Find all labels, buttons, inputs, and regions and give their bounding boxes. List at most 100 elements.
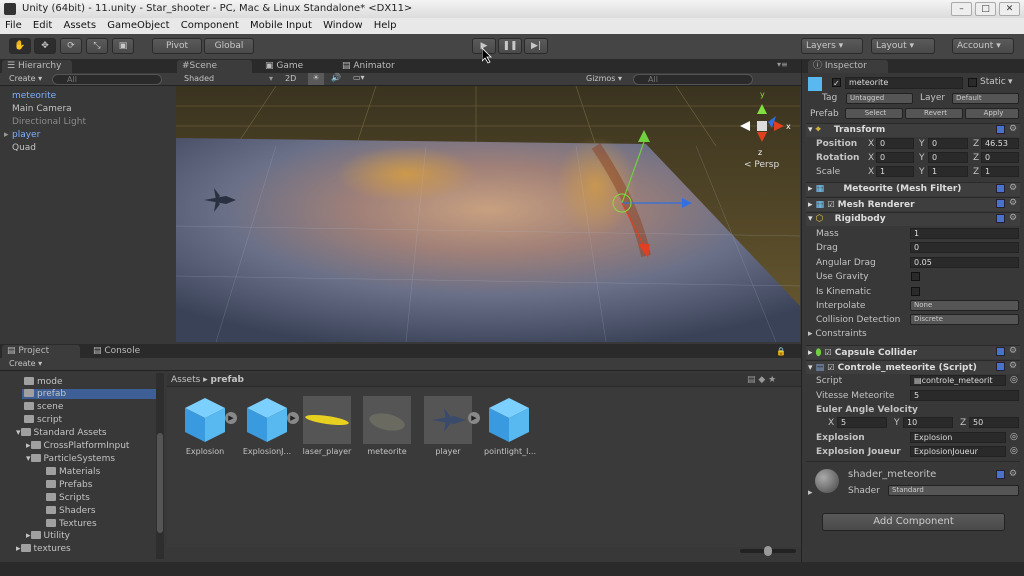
rotate-tool-icon[interactable]: ⟳ [60, 38, 82, 54]
prefab-revert-button[interactable]: Revert [905, 108, 963, 119]
tree-item-prefabs[interactable]: Prefabs [46, 480, 92, 490]
hierarchy-item-quad[interactable]: Quad [12, 143, 36, 153]
material-foldout-icon[interactable]: ▸ [808, 488, 813, 498]
audio-toggle-icon[interactable]: 🔊 [331, 73, 341, 82]
position-x-field[interactable]: 0 [876, 138, 914, 149]
tree-item-prefab[interactable]: prefab [22, 389, 156, 399]
tab-animator[interactable]: ▤ Animator [337, 60, 417, 73]
lighting-toggle-icon[interactable]: ☀ [308, 73, 324, 85]
tree-item-standard-assets[interactable]: ▾ Standard Assets [16, 428, 107, 438]
panel-options-icon[interactable]: ▾≡ [777, 60, 788, 69]
rigidbody-header[interactable]: ▾ ⬡ Rigidbody [806, 212, 1020, 226]
add-component-button[interactable]: Add Component [822, 513, 1005, 531]
constraints-foldout[interactable]: ▸ Constraints [808, 329, 867, 339]
hierarchy-item-directional-light[interactable]: Directional Light [12, 117, 86, 127]
euler-x-field[interactable]: 5 [837, 417, 887, 428]
tree-scrollbar-thumb[interactable] [157, 433, 163, 533]
menu-component[interactable]: Component [181, 20, 239, 31]
mass-field[interactable]: 1 [910, 228, 1019, 239]
mesh-filter-header[interactable]: ▸ ▦ Meteorite (Mesh Filter) [806, 182, 1020, 196]
script-enabled-checkbox[interactable]: ☑ [827, 363, 834, 372]
rotation-y-field[interactable]: 0 [928, 152, 968, 163]
tree-item-script[interactable]: script [24, 415, 62, 425]
static-checkbox[interactable] [968, 78, 977, 87]
settings-gear-icon[interactable]: ⚙ [1009, 199, 1018, 208]
mesh-renderer-header[interactable]: ▸ ▦ ☑ Mesh Renderer [806, 197, 1020, 211]
scale-x-field[interactable]: 1 [876, 166, 914, 177]
layer-dropdown[interactable]: Default [952, 93, 1019, 104]
scale-y-field[interactable]: 1 [928, 166, 968, 177]
menu-help[interactable]: Help [374, 20, 397, 31]
effects-toggle-icon[interactable]: ▭▾ [353, 73, 365, 82]
expand-arrow-icon[interactable]: ▸ [4, 130, 9, 140]
menu-gameobject[interactable]: GameObject [107, 20, 169, 31]
active-checkbox[interactable]: ✓ [832, 78, 841, 88]
menu-mobile-input[interactable]: Mobile Input [250, 20, 312, 31]
expand-prefab-icon[interactable]: ▶ [225, 412, 237, 424]
hierarchy-search-input[interactable]: All [52, 74, 162, 85]
tree-item-scripts[interactable]: Scripts [46, 493, 90, 503]
asset-pointlight[interactable]: pointlight_l... [484, 396, 536, 456]
shading-dropdown[interactable]: Shaded [184, 74, 214, 83]
filter-icons[interactable]: ▤ ◆ ★ [747, 373, 776, 387]
angular-drag-field[interactable]: 0.05 [910, 257, 1019, 268]
scene-viewport[interactable]: y x z < Persp [176, 86, 800, 342]
hierarchy-create-button[interactable]: Create ▾ [9, 74, 42, 83]
object-picker-icon[interactable]: ◎ [1010, 446, 1018, 456]
help-book-icon[interactable] [996, 470, 1005, 479]
use-gravity-checkbox[interactable] [911, 272, 920, 281]
explosion-joueur-field[interactable]: ExplosionJoueur [910, 446, 1006, 457]
slider-handle[interactable] [764, 546, 772, 556]
collision-detection-dropdown[interactable]: Discrete [910, 314, 1019, 325]
thumbnail-size-slider[interactable] [740, 546, 796, 556]
persp-label[interactable]: < Persp [744, 160, 779, 170]
capsule-enabled-checkbox[interactable]: ☑ [824, 348, 831, 357]
position-y-field[interactable]: 0 [928, 138, 968, 149]
asset-laser-player[interactable]: laser_player [302, 396, 352, 456]
project-create-button[interactable]: Create ▾ [9, 359, 42, 368]
settings-gear-icon[interactable]: ⚙ [1009, 184, 1018, 193]
explosion-field[interactable]: Explosion [910, 432, 1006, 443]
settings-gear-icon[interactable]: ⚙ [1009, 214, 1018, 223]
help-book-icon[interactable] [996, 362, 1005, 371]
menu-edit[interactable]: Edit [33, 20, 52, 31]
static-dropdown-icon[interactable]: ▾ [1008, 77, 1013, 87]
prefab-select-button[interactable]: Select [845, 108, 903, 119]
settings-gear-icon[interactable]: ⚙ [1009, 362, 1018, 371]
breadcrumb-assets[interactable]: Assets [171, 375, 200, 385]
help-book-icon[interactable] [996, 125, 1005, 134]
project-lock-icon[interactable]: 🔒 [776, 347, 786, 356]
rect-tool-icon[interactable]: ▣ [112, 38, 134, 54]
tag-dropdown[interactable]: Untagged [846, 93, 913, 104]
position-z-field[interactable]: 46.53 [981, 138, 1019, 149]
transform-header[interactable]: ▾ ⌖ Transform [806, 123, 1020, 137]
euler-z-field[interactable]: 50 [969, 417, 1019, 428]
script-header[interactable]: ▾ ▤ ☑ Controle_meteorite (Script) [806, 360, 1020, 374]
drag-field[interactable]: 0 [910, 242, 1019, 253]
hand-tool-icon[interactable]: ✋ [9, 38, 31, 54]
account-dropdown[interactable]: Account ▾ [952, 38, 1014, 54]
maximize-button[interactable]: □ [975, 2, 996, 16]
settings-gear-icon[interactable]: ⚙ [1009, 347, 1018, 356]
tree-item-materials[interactable]: Materials [46, 467, 100, 477]
asset-explosion[interactable]: ▶ Explosion [180, 396, 237, 456]
rotation-x-field[interactable]: 0 [876, 152, 914, 163]
interpolate-dropdown[interactable]: None [910, 300, 1019, 311]
asset-player[interactable]: ▶ player [423, 396, 480, 456]
tree-item-shaders[interactable]: Shaders [46, 506, 96, 516]
pause-button[interactable]: ❚❚ [498, 38, 522, 54]
tree-item-mode[interactable]: mode [24, 377, 63, 387]
tree-scrollbar[interactable] [156, 373, 164, 559]
shader-dropdown[interactable]: Standard [888, 485, 1019, 496]
vitesse-field[interactable]: 5 [910, 390, 1019, 401]
asset-meteorite[interactable]: meteorite [362, 396, 412, 456]
hierarchy-item-main-camera[interactable]: Main Camera [12, 104, 72, 114]
minimize-button[interactable]: – [951, 2, 972, 16]
2d-toggle[interactable]: 2D [285, 74, 296, 83]
object-picker-icon[interactable]: ◎ [1010, 375, 1018, 385]
layers-dropdown[interactable]: Layers ▾ [801, 38, 863, 54]
hierarchy-item-player[interactable]: ▸ player [4, 130, 40, 140]
object-picker-icon[interactable]: ◎ [1010, 432, 1018, 442]
menu-file[interactable]: File [5, 20, 22, 31]
move-tool-icon[interactable]: ✥ [34, 38, 56, 54]
